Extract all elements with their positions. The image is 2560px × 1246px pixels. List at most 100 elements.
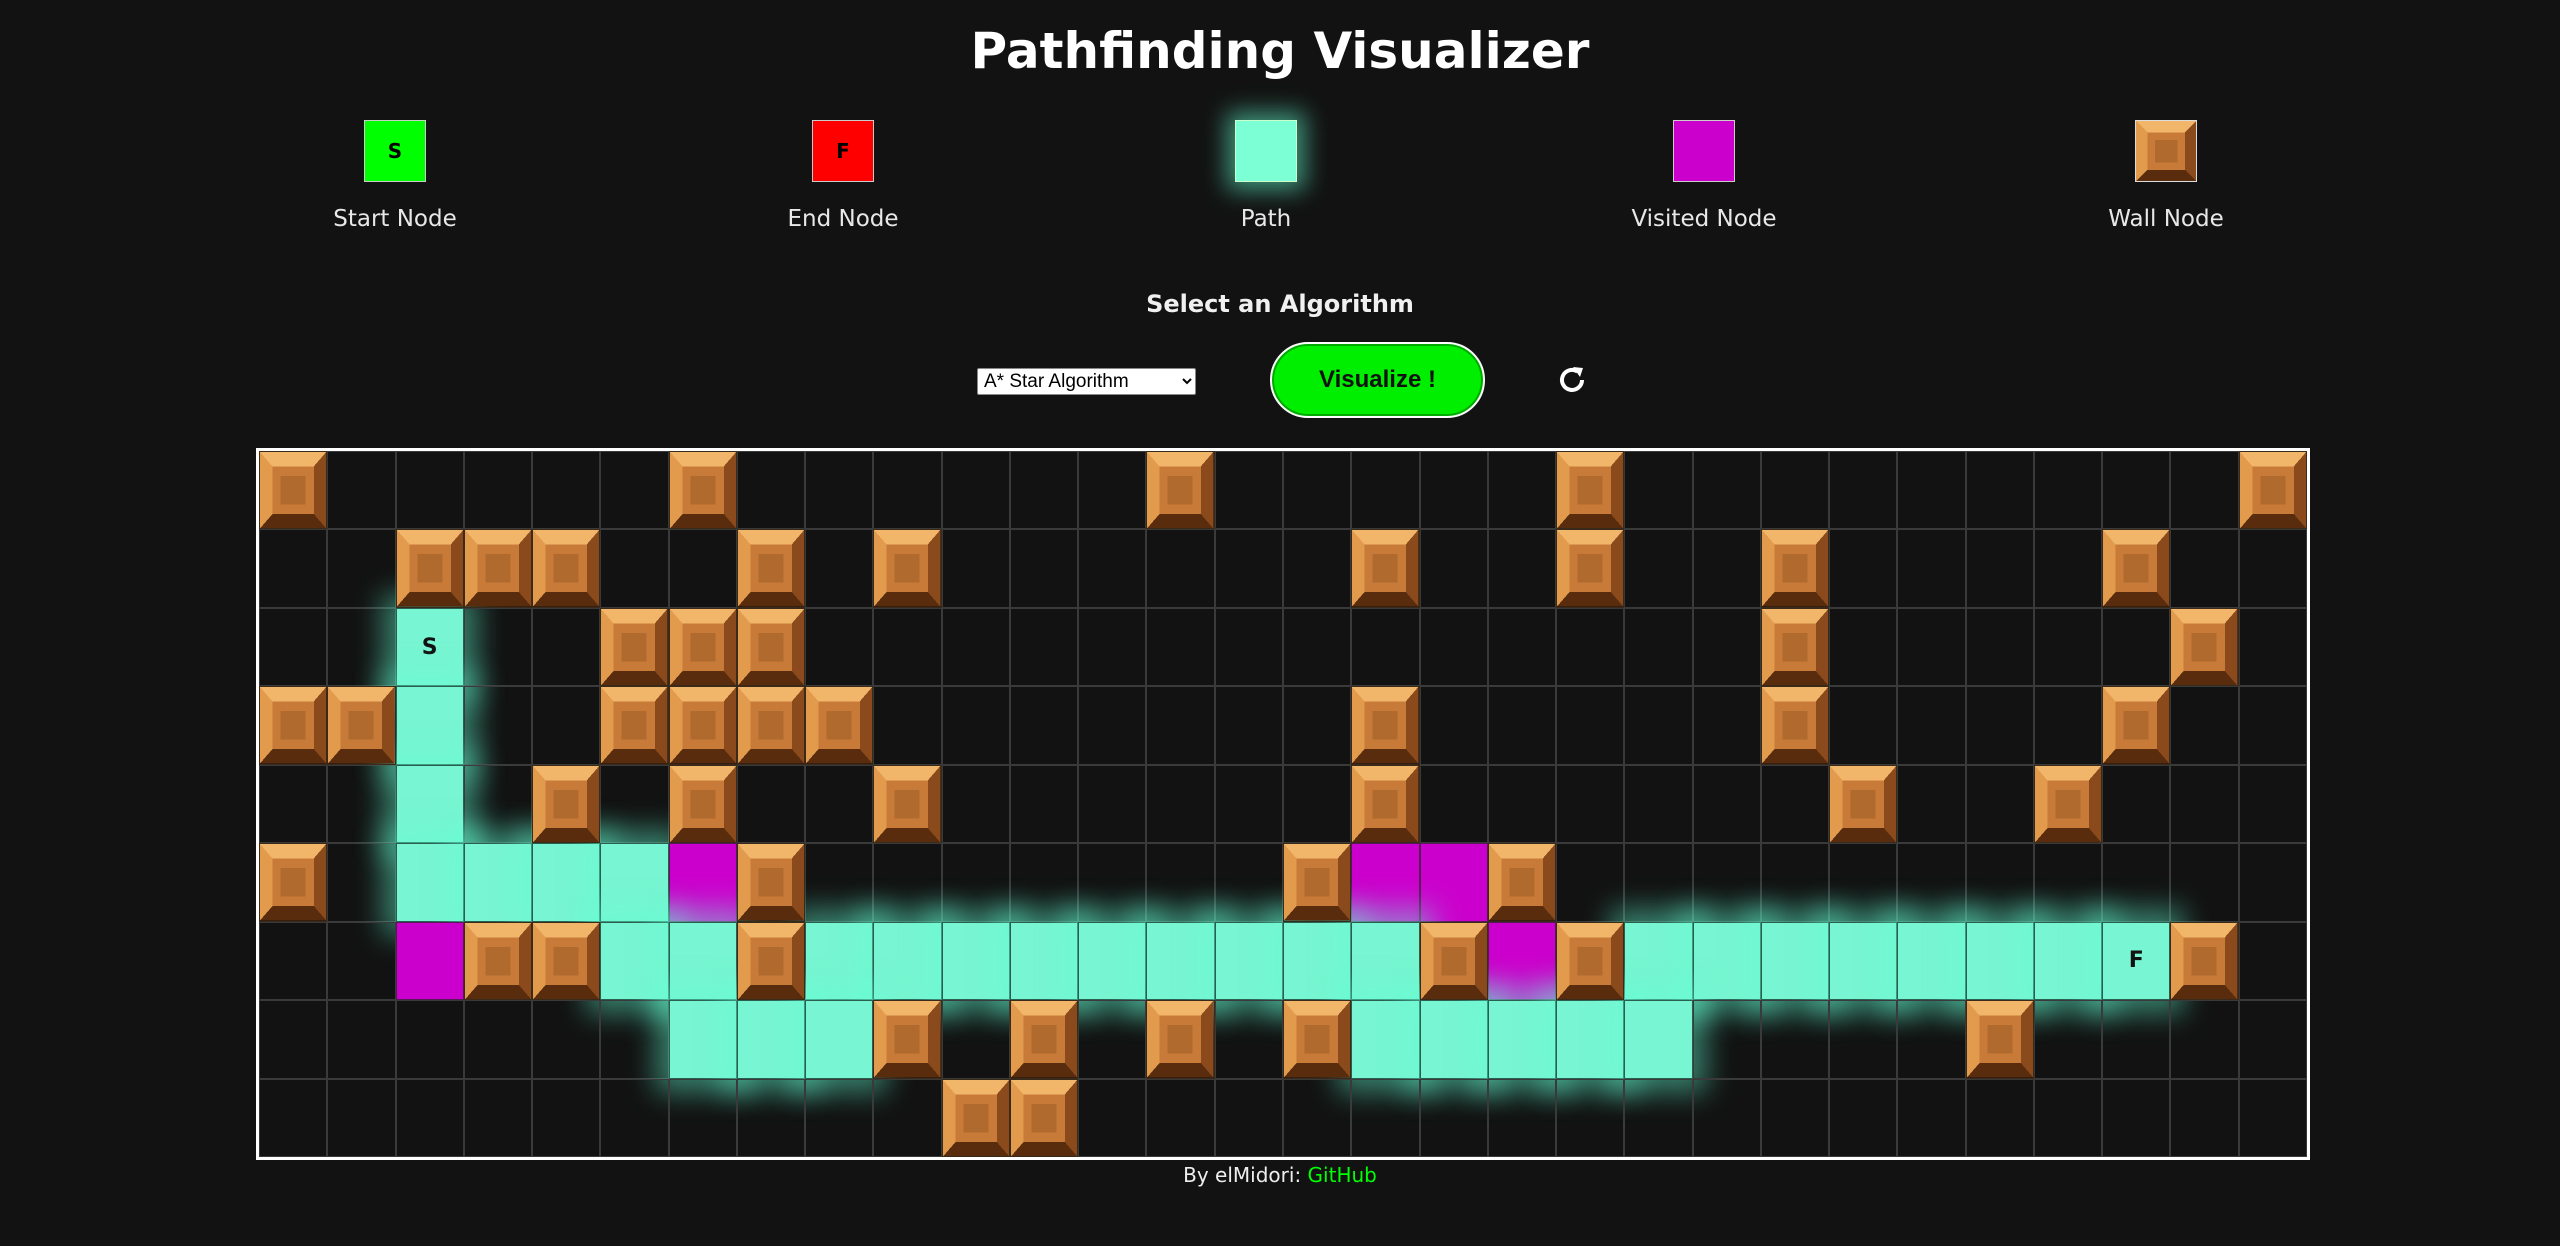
wall-node[interactable] [395, 529, 464, 608]
grid-cell[interactable] [1146, 686, 1215, 765]
grid-cell[interactable] [1078, 843, 1147, 922]
wall-node[interactable] [1351, 529, 1420, 608]
wall-node[interactable] [259, 686, 328, 765]
grid-cell[interactable] [395, 1000, 464, 1079]
grid-cell[interactable] [668, 529, 737, 608]
wall-node[interactable] [668, 607, 737, 687]
grid-cell[interactable] [1146, 607, 1215, 687]
grid-cell[interactable] [1897, 1000, 1966, 1079]
grid-cell[interactable] [600, 1078, 669, 1157]
grid-cell[interactable] [600, 764, 669, 844]
wall-node[interactable] [600, 686, 669, 765]
grid-cell[interactable] [259, 764, 328, 844]
wall-node[interactable] [668, 764, 737, 844]
path-node[interactable] [736, 1000, 806, 1079]
grid-cell[interactable] [1692, 1000, 1761, 1079]
grid-cell[interactable] [1897, 529, 1966, 608]
grid-cell[interactable] [1214, 843, 1283, 922]
path-node[interactable] [873, 921, 942, 1001]
wall-node[interactable] [2033, 764, 2103, 844]
grid-cell[interactable] [1009, 451, 1079, 530]
wall-node[interactable] [1760, 529, 1830, 608]
grid-cell[interactable] [805, 764, 874, 844]
grid-cell[interactable] [532, 607, 601, 687]
grid-cell[interactable] [1897, 843, 1966, 922]
path-node[interactable] [805, 1000, 874, 1079]
path-node[interactable] [1487, 1000, 1557, 1079]
grid-cell[interactable] [2170, 1078, 2239, 1157]
path-node[interactable] [1214, 921, 1283, 1001]
grid-cell[interactable] [2238, 921, 2307, 1001]
grid-cell[interactable] [463, 686, 533, 765]
grid-cell[interactable] [1214, 1078, 1283, 1157]
grid-cell[interactable] [327, 607, 396, 687]
grid-cell[interactable] [873, 607, 942, 687]
path-node[interactable] [941, 921, 1010, 1001]
grid-cell[interactable] [736, 1078, 806, 1157]
wall-node[interactable] [736, 921, 806, 1001]
grid-cell[interactable] [2102, 451, 2171, 530]
grid-cell[interactable] [1487, 686, 1557, 765]
grid-cell[interactable] [2170, 529, 2239, 608]
grid-cell[interactable] [532, 1000, 601, 1079]
grid-cell[interactable] [1624, 1078, 1693, 1157]
grid-cell[interactable] [1760, 451, 1830, 530]
grid-cell[interactable] [1624, 529, 1693, 608]
grid-cell[interactable] [1965, 1078, 2034, 1157]
grid-cell[interactable] [1419, 529, 1488, 608]
pathfinding-grid[interactable]: SF [256, 448, 2310, 1160]
grid-cell[interactable] [1692, 764, 1761, 844]
wall-node[interactable] [1829, 764, 1898, 844]
grid-cell[interactable] [2033, 451, 2103, 530]
path-node[interactable] [668, 1000, 737, 1079]
wall-node[interactable] [736, 607, 806, 687]
path-node[interactable] [1419, 1000, 1488, 1079]
grid-cell[interactable] [1965, 764, 2034, 844]
grid-cell[interactable] [1419, 764, 1488, 844]
grid-cell[interactable] [1214, 764, 1283, 844]
path-node[interactable] [395, 843, 464, 922]
wall-node[interactable] [259, 451, 328, 530]
grid-cell[interactable] [2170, 1000, 2239, 1079]
grid-cell[interactable] [2033, 1078, 2103, 1157]
path-node[interactable] [395, 764, 464, 844]
grid-cell[interactable] [2238, 529, 2307, 608]
grid-cell[interactable] [805, 1078, 874, 1157]
wall-node[interactable] [463, 921, 533, 1001]
path-node[interactable] [2033, 921, 2103, 1001]
grid-cell[interactable] [1965, 451, 2034, 530]
grid-cell[interactable] [1283, 451, 1352, 530]
grid-cell[interactable] [1009, 607, 1079, 687]
grid-cell[interactable] [1897, 686, 1966, 765]
grid-cell[interactable] [2102, 1078, 2171, 1157]
path-node[interactable] [463, 843, 533, 922]
path-node[interactable] [1624, 921, 1693, 1001]
grid-cell[interactable] [2170, 764, 2239, 844]
grid-cell[interactable] [1214, 451, 1283, 530]
grid-cell[interactable] [1692, 686, 1761, 765]
wall-node[interactable] [2102, 529, 2171, 608]
grid-cell[interactable] [2238, 686, 2307, 765]
grid-cell[interactable] [327, 921, 396, 1001]
grid-cell[interactable] [327, 843, 396, 922]
grid-cell[interactable] [1965, 607, 2034, 687]
grid-cell[interactable] [941, 1000, 1010, 1079]
grid-cell[interactable] [1078, 529, 1147, 608]
path-node[interactable] [1283, 921, 1352, 1001]
start-node[interactable]: S [395, 607, 464, 687]
path-node[interactable] [1760, 921, 1830, 1001]
grid-cell[interactable] [1965, 686, 2034, 765]
path-node[interactable] [1829, 921, 1898, 1001]
grid-cell[interactable] [736, 764, 806, 844]
wall-node[interactable] [1487, 843, 1557, 922]
grid-cell[interactable] [941, 843, 1010, 922]
grid-cell[interactable] [2102, 843, 2171, 922]
grid-cell[interactable] [1829, 1000, 1898, 1079]
grid-cell[interactable] [395, 1078, 464, 1157]
wall-node[interactable] [2170, 921, 2239, 1001]
grid-cell[interactable] [736, 451, 806, 530]
grid-cell[interactable] [1829, 607, 1898, 687]
wall-node[interactable] [736, 686, 806, 765]
grid-cell[interactable] [1009, 686, 1079, 765]
grid-cell[interactable] [1283, 764, 1352, 844]
